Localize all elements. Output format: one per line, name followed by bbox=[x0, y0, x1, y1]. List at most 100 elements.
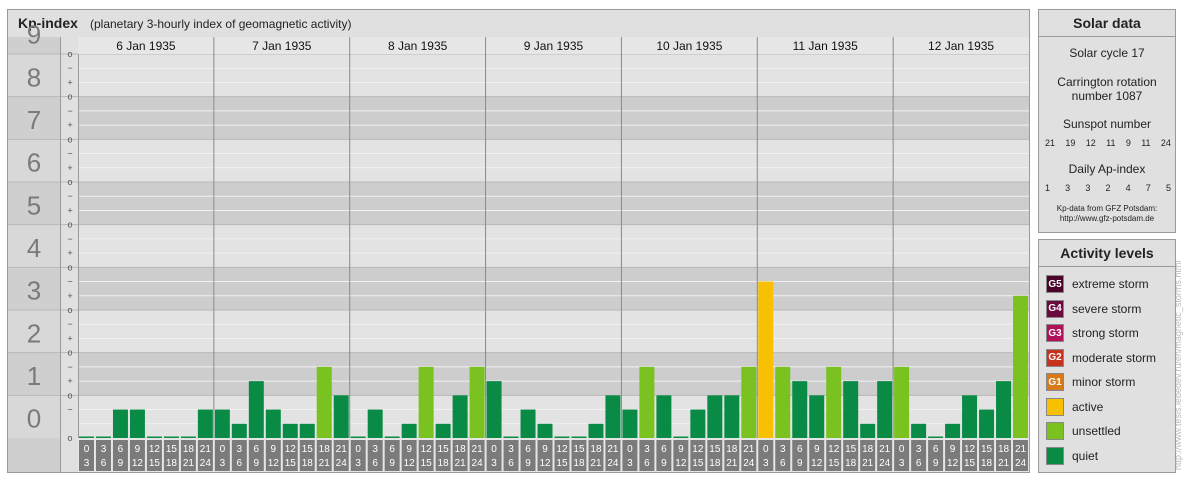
interval-end-label: 9 bbox=[933, 458, 939, 469]
interval-start-label: 0 bbox=[355, 444, 361, 455]
y-minor-label: o bbox=[67, 134, 72, 144]
interval-start-label: 15 bbox=[573, 444, 585, 455]
interval-start-label: 3 bbox=[372, 444, 378, 455]
y-tick-label: 0 bbox=[27, 404, 41, 434]
kp-bar bbox=[299, 423, 315, 438]
kp-bar bbox=[605, 395, 621, 438]
interval-start-label: 9 bbox=[406, 444, 412, 455]
kp-bar bbox=[316, 366, 332, 438]
interval-end-label: 9 bbox=[389, 458, 395, 469]
kp-bar bbox=[639, 366, 655, 438]
sunspot-values: 21 19 12 11 9 11 24 bbox=[1045, 138, 1171, 148]
interval-end-label: 21 bbox=[998, 458, 1010, 469]
interval-end-label: 9 bbox=[254, 458, 260, 469]
activity-swatch: G1 bbox=[1046, 373, 1064, 391]
kp-bar bbox=[163, 436, 179, 438]
interval-end-label: 24 bbox=[743, 458, 755, 469]
y-tick-label: 3 bbox=[27, 276, 41, 306]
sunspot-value-3: 11 bbox=[1106, 138, 1116, 148]
interval-start-label: 9 bbox=[271, 444, 277, 455]
y-minor-label: o bbox=[67, 220, 72, 230]
interval-end-label: 12 bbox=[132, 458, 144, 469]
activity-swatch bbox=[1046, 397, 1064, 416]
sunspot-value-1: 19 bbox=[1065, 138, 1076, 148]
interval-end-label: 3 bbox=[627, 458, 633, 469]
activity-label: quiet bbox=[1072, 448, 1099, 463]
interval-start-label: 9 bbox=[950, 444, 956, 455]
interval-start-label: 3 bbox=[237, 444, 243, 455]
y-minor-label: + bbox=[67, 291, 72, 301]
sunspot-value-6: 24 bbox=[1160, 138, 1171, 148]
interval-start-label: 0 bbox=[220, 444, 226, 455]
interval-end-label: 24 bbox=[336, 458, 348, 469]
day-label: 6 Jan 1935 bbox=[116, 39, 176, 53]
interval-start-label: 12 bbox=[964, 444, 976, 455]
y-minor-label: o bbox=[67, 92, 72, 102]
y-minor-label: + bbox=[67, 376, 72, 386]
kp-bar bbox=[469, 366, 485, 438]
day-label: 11 Jan 1935 bbox=[793, 39, 858, 53]
interval-start-label: 6 bbox=[389, 444, 395, 455]
interval-start-label: 21 bbox=[336, 444, 348, 455]
interval-end-label: 6 bbox=[780, 458, 786, 469]
y-tick-label: 8 bbox=[27, 62, 41, 92]
kp-bar bbox=[588, 423, 604, 438]
kp-bar bbox=[554, 436, 570, 438]
activity-level-severe-storm: G4 severe storm bbox=[1046, 299, 1141, 319]
interval-start-label: 9 bbox=[814, 444, 820, 455]
ap-value-0: 1 bbox=[1045, 183, 1051, 193]
interval-end-label: 24 bbox=[200, 458, 212, 469]
kp-bar bbox=[418, 366, 434, 438]
kp-band bbox=[78, 96, 1029, 140]
y-minor-label: − bbox=[67, 106, 72, 116]
interval-start-label: 3 bbox=[780, 444, 786, 455]
kp-bar bbox=[452, 395, 468, 438]
interval-end-label: 18 bbox=[438, 458, 450, 469]
interval-end-label: 24 bbox=[607, 458, 619, 469]
interval-start-label: 9 bbox=[135, 444, 141, 455]
interval-start-label: 21 bbox=[1015, 444, 1027, 455]
kp-bar bbox=[231, 423, 247, 438]
interval-end-label: 24 bbox=[472, 458, 484, 469]
activity-level-moderate-storm: G2 moderate storm bbox=[1046, 348, 1156, 368]
kp-bar bbox=[962, 395, 978, 438]
interval-end-label: 15 bbox=[692, 458, 704, 469]
kp-bar bbox=[571, 436, 587, 438]
activity-label: strong storm bbox=[1072, 326, 1139, 340]
kp-bar bbox=[741, 366, 757, 438]
y-minor-label: + bbox=[67, 77, 72, 87]
interval-start-label: 9 bbox=[678, 444, 684, 455]
kp-index-panel: Kp-index (planetary 3-hourly index of ge… bbox=[7, 9, 1030, 473]
y-minor-label: o bbox=[67, 49, 72, 59]
y-tick-label: 4 bbox=[27, 233, 41, 263]
kp-band bbox=[78, 182, 1029, 225]
kp-bar bbox=[979, 409, 995, 438]
kp-bar bbox=[503, 436, 519, 438]
day-label: 7 Jan 1935 bbox=[252, 39, 312, 53]
y-minor-label: + bbox=[67, 163, 72, 173]
activity-label: active bbox=[1072, 399, 1104, 414]
sunspot-value-4: 9 bbox=[1125, 138, 1131, 148]
interval-end-label: 15 bbox=[964, 458, 976, 469]
y-minor-label: o bbox=[67, 305, 72, 315]
activity-swatch: G5 bbox=[1046, 275, 1064, 293]
interval-start-label: 12 bbox=[556, 444, 568, 455]
activity-level-strong-storm: G3 strong storm bbox=[1046, 323, 1139, 343]
interval-end-label: 9 bbox=[118, 458, 124, 469]
sunspot-value-2: 12 bbox=[1085, 138, 1096, 148]
y-tick-label: 2 bbox=[27, 318, 41, 348]
interval-end-label: 6 bbox=[508, 458, 514, 469]
interval-start-label: 3 bbox=[101, 444, 107, 455]
interval-start-label: 12 bbox=[285, 444, 297, 455]
kp-bar bbox=[928, 436, 944, 438]
y-tick-label: 6 bbox=[27, 148, 41, 178]
interval-end-label: 9 bbox=[525, 458, 531, 469]
solar-cycle: Solar cycle 17 bbox=[1069, 46, 1145, 60]
interval-start-label: 0 bbox=[491, 444, 497, 455]
y-tick-label: 7 bbox=[27, 105, 41, 135]
interval-start-label: 3 bbox=[508, 444, 514, 455]
interval-end-label: 9 bbox=[661, 458, 667, 469]
ap-values: 1 3 3 2 4 7 5 bbox=[1045, 183, 1171, 193]
interval-end-label: 12 bbox=[539, 458, 551, 469]
interval-end-label: 6 bbox=[916, 458, 922, 469]
